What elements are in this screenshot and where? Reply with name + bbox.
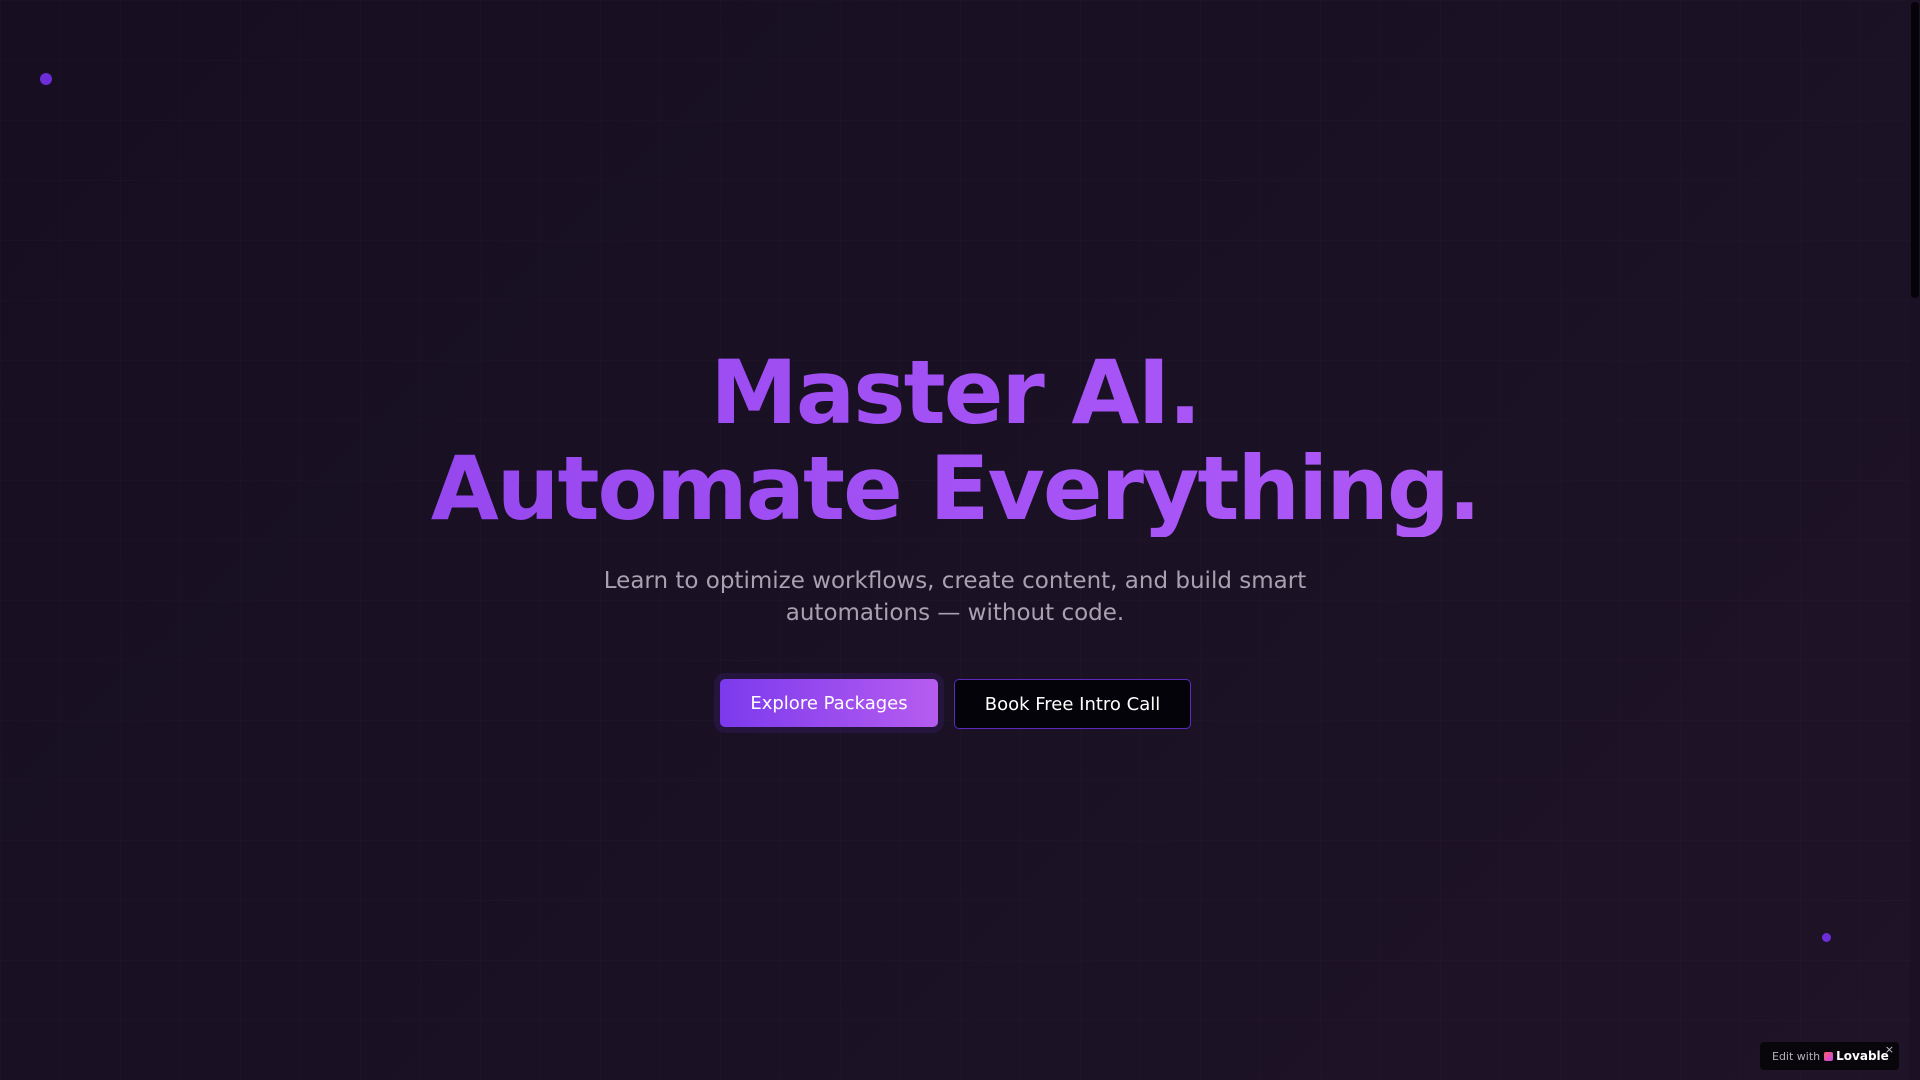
close-icon[interactable]: × — [1885, 1043, 1894, 1056]
edit-with-lovable-badge[interactable]: Edit with Lovable × — [1760, 1042, 1899, 1070]
hero-subtitle: Learn to optimize workflows, create cont… — [603, 568, 1307, 626]
decorative-dot — [40, 73, 52, 85]
scrollbar-thumb[interactable] — [1911, 2, 1919, 298]
badge-brand: Lovable — [1836, 1049, 1889, 1063]
scrollbar[interactable] — [1910, 0, 1920, 1080]
hero-headline: Master AI. Automate Everything. — [0, 345, 1910, 537]
headline-line-1: Master AI. — [0, 345, 1910, 441]
explore-packages-button[interactable]: Explore Packages — [720, 679, 938, 727]
decorative-dot — [1822, 933, 1831, 942]
lovable-heart-icon — [1824, 1051, 1834, 1061]
background-grid — [0, 0, 1920, 1080]
headline-line-2: Automate Everything. — [0, 441, 1910, 537]
badge-prefix: Edit with — [1772, 1049, 1821, 1063]
book-intro-call-button[interactable]: Book Free Intro Call — [954, 679, 1191, 729]
